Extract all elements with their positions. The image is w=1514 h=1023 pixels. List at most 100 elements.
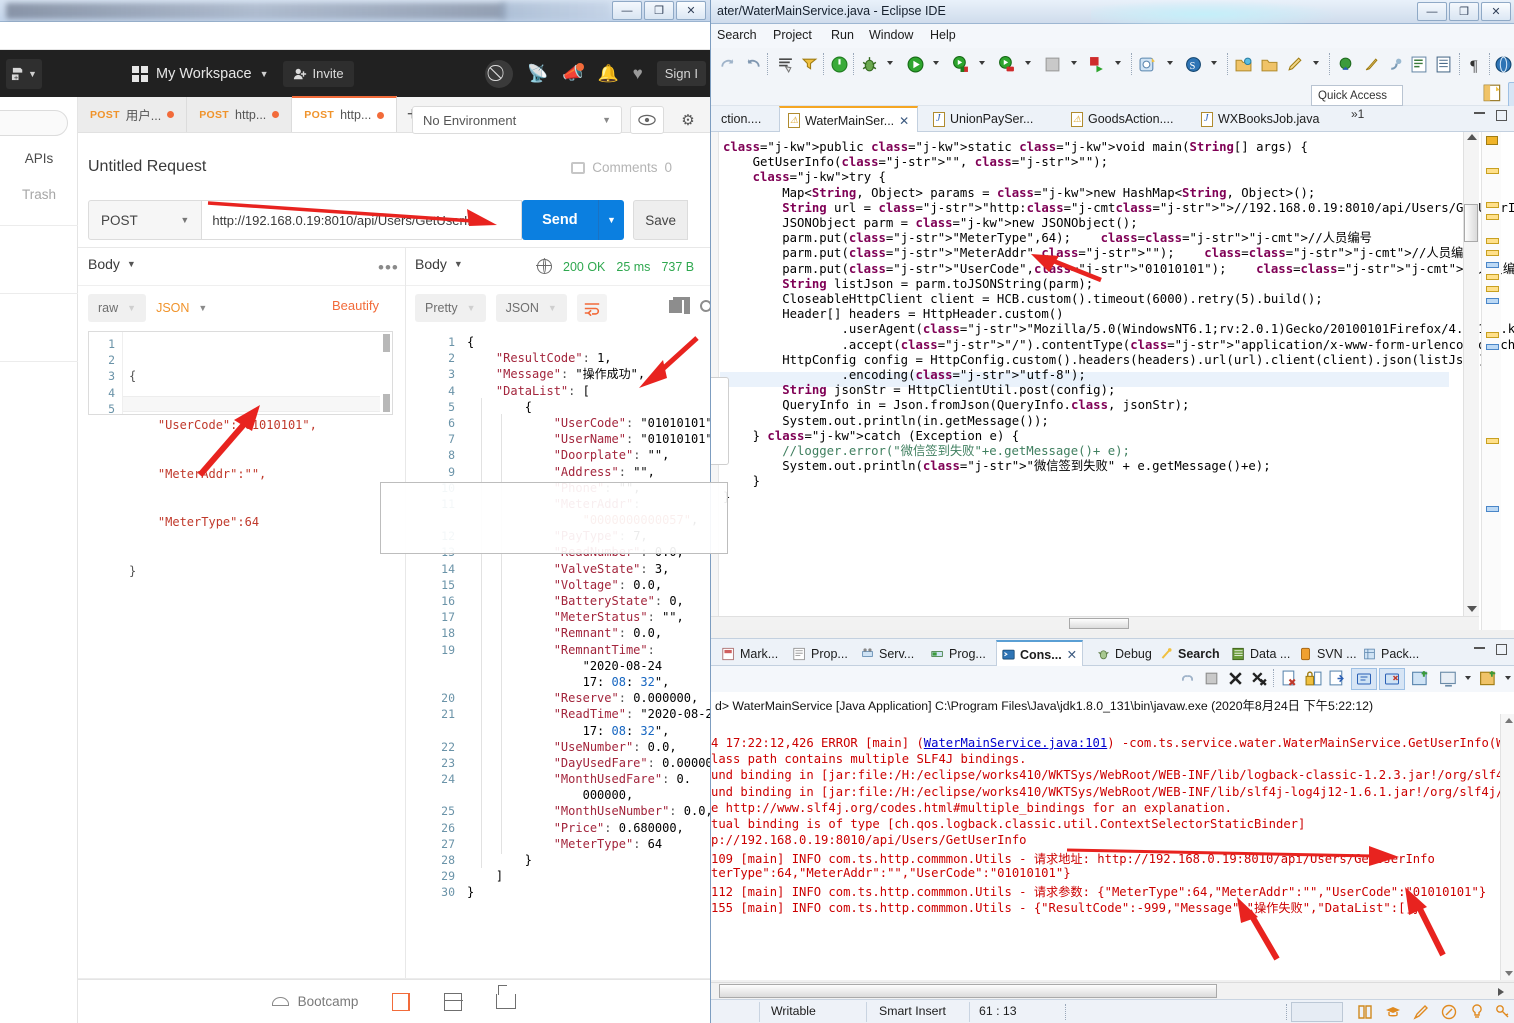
- bootcamp-button[interactable]: Bootcamp: [271, 994, 358, 1009]
- editor-tab-overflow[interactable]: »1: [1351, 108, 1364, 120]
- eclipse-maximize-button[interactable]: ❐: [1449, 2, 1479, 21]
- pilcrow-icon[interactable]: ¶: [1467, 56, 1484, 73]
- comments-button[interactable]: Comments 0: [571, 160, 672, 175]
- request-tab-2[interactable]: POST http...: [187, 97, 293, 132]
- run-icon[interactable]: [907, 56, 924, 73]
- chevron-down-icon[interactable]: [1167, 61, 1173, 65]
- run-external-tools-icon[interactable]: [952, 56, 969, 73]
- request-body-more-button[interactable]: •••: [378, 258, 399, 278]
- menu-help[interactable]: Help: [930, 28, 956, 42]
- overview-marker-warning[interactable]: [1486, 438, 1499, 444]
- scroll-right-arrow-icon[interactable]: [1498, 988, 1504, 996]
- eclipse-minimize-button[interactable]: —: [1417, 2, 1447, 21]
- close-icon[interactable]: ✕: [899, 114, 909, 128]
- editor-scrollbar-thumb[interactable]: [383, 394, 390, 412]
- stop-icon[interactable]: [1203, 670, 1220, 687]
- back-arrow-icon[interactable]: [719, 56, 736, 73]
- console-link[interactable]: WaterMainService.java:101: [924, 736, 1107, 750]
- satellite-icon[interactable]: 📡: [527, 64, 548, 84]
- tab-servers[interactable]: Serv...: [856, 641, 919, 666]
- http-method-select[interactable]: POST ▼: [88, 200, 203, 240]
- chevron-down-icon[interactable]: [1505, 676, 1511, 680]
- response-body-tab[interactable]: Body ▼: [415, 256, 463, 272]
- terminate-power-icon[interactable]: [831, 56, 848, 73]
- invite-button[interactable]: Invite: [282, 60, 354, 87]
- stop-icon[interactable]: [1044, 56, 1061, 73]
- svn-commit-icon[interactable]: [1337, 56, 1354, 73]
- compass-icon[interactable]: [1441, 1004, 1457, 1020]
- minimize-console-icon[interactable]: [1474, 647, 1485, 649]
- overview-marker-info[interactable]: [1486, 262, 1499, 268]
- tab-svn[interactable]: SVN ...: [1294, 641, 1362, 666]
- chevron-down-icon[interactable]: [933, 61, 939, 65]
- editor-tab-unionpayservice[interactable]: UnionPaySer...: [925, 106, 1041, 132]
- tab-data-source-explorer[interactable]: Data ...: [1227, 641, 1295, 666]
- response-body-editor[interactable]: 1234567891011·1213141516171819··2021·222…: [415, 334, 710, 964]
- megaphone-icon[interactable]: 📣: [562, 62, 585, 84]
- console-vertical-scrollbar[interactable]: [1500, 714, 1514, 980]
- editor-tab-wxbooksjob[interactable]: WXBooksJob.java: [1193, 106, 1327, 132]
- search-reference-icon[interactable]: S: [1185, 56, 1202, 73]
- tab-markers[interactable]: Mark...: [717, 641, 783, 666]
- chevron-down-icon[interactable]: [1115, 61, 1121, 65]
- no-sync-icon[interactable]: ⃠: [485, 59, 514, 88]
- chevron-down-icon[interactable]: [1211, 61, 1217, 65]
- send-button[interactable]: Send: [522, 200, 598, 240]
- minimize-editor-icon[interactable]: [1474, 112, 1485, 114]
- tab-progress[interactable]: Prog...: [926, 641, 991, 666]
- scroll-down-arrow-icon[interactable]: [1505, 971, 1513, 976]
- overview-marker-info[interactable]: [1486, 298, 1499, 304]
- request-body-tab[interactable]: Body ▼: [88, 256, 136, 272]
- save-button[interactable]: Save: [633, 200, 688, 240]
- chevron-down-icon[interactable]: [979, 61, 985, 65]
- pin-console-button[interactable]: [1351, 668, 1377, 690]
- sidebar-search-pill[interactable]: [0, 110, 68, 136]
- overview-marker-warning[interactable]: [1486, 168, 1499, 174]
- overview-marker-warning[interactable]: [1486, 202, 1499, 208]
- environment-quick-look-button[interactable]: [630, 106, 664, 134]
- new-console-view-icon[interactable]: [1411, 670, 1430, 688]
- tab-search[interactable]: Search: [1155, 641, 1225, 666]
- request-tab-3-active[interactable]: POST http...: [292, 96, 398, 132]
- tab-debug[interactable]: Debug: [1092, 641, 1157, 666]
- postman-maximize-button[interactable]: ❐: [644, 1, 674, 20]
- close-icon[interactable]: ✕: [1067, 647, 1077, 662]
- wrap-lines-button[interactable]: [576, 294, 607, 322]
- maximize-console-icon[interactable]: [1496, 644, 1507, 655]
- sidebar-item-apis[interactable]: APIs: [0, 151, 78, 166]
- maximize-editor-icon[interactable]: [1496, 110, 1507, 121]
- graduation-cap-icon[interactable]: [1385, 1004, 1401, 1020]
- perspective-java-ee-button[interactable]: [1508, 82, 1514, 107]
- quick-access-input[interactable]: Quick Access: [1311, 85, 1403, 106]
- open-folder-icon[interactable]: [1235, 56, 1252, 73]
- java-editor[interactable]: class="j-kw">public class="j-kw">static …: [711, 132, 1514, 630]
- key-icon[interactable]: [1495, 1004, 1511, 1020]
- remove-launch-icon[interactable]: [1227, 670, 1244, 687]
- book-icon[interactable]: [1357, 1004, 1373, 1020]
- request-body-editor[interactable]: 1 2 3 4 5 { "UserCode":"01010101", "Mete…: [88, 331, 393, 578]
- overview-marker-warning[interactable]: [1486, 332, 1499, 338]
- editor-tab-watermainservice[interactable]: WaterMainSer... ✕: [779, 106, 919, 133]
- search-icon[interactable]: [700, 300, 710, 312]
- console-output[interactable]: d> WaterMainService [Java Application] C…: [711, 692, 1514, 980]
- run-server-icon[interactable]: [1089, 56, 1106, 73]
- overview-marker-warning[interactable]: [1486, 250, 1499, 256]
- forward-arrow-icon[interactable]: [745, 56, 762, 73]
- overview-marker-warning[interactable]: [1486, 238, 1499, 244]
- clear-console-icon[interactable]: [1281, 670, 1298, 687]
- workspace-selector[interactable]: My Workspace ▼: [132, 65, 269, 82]
- editor-tab-goodsaction[interactable]: GoodsAction....: [1063, 106, 1181, 132]
- show-console-on-output-icon[interactable]: [1329, 670, 1346, 687]
- new-java-class-icon[interactable]: [1139, 56, 1156, 73]
- web-browser-icon[interactable]: [1495, 56, 1512, 73]
- response-language-select[interactable]: JSON ▼: [495, 294, 567, 322]
- open-perspective-icon[interactable]: [1483, 84, 1502, 103]
- chevron-down-icon[interactable]: [1465, 676, 1471, 680]
- document-icon[interactable]: [1435, 56, 1452, 73]
- beautify-button[interactable]: Beautify: [332, 298, 379, 313]
- tab-package-explorer[interactable]: Pack...: [1358, 641, 1424, 666]
- bottom-scroll-thumb[interactable]: [719, 984, 1217, 998]
- editor-scrollbar-thumb[interactable]: [1464, 204, 1478, 242]
- scroll-down-arrow-icon[interactable]: [1467, 606, 1477, 612]
- run-coverage-icon[interactable]: [998, 56, 1015, 73]
